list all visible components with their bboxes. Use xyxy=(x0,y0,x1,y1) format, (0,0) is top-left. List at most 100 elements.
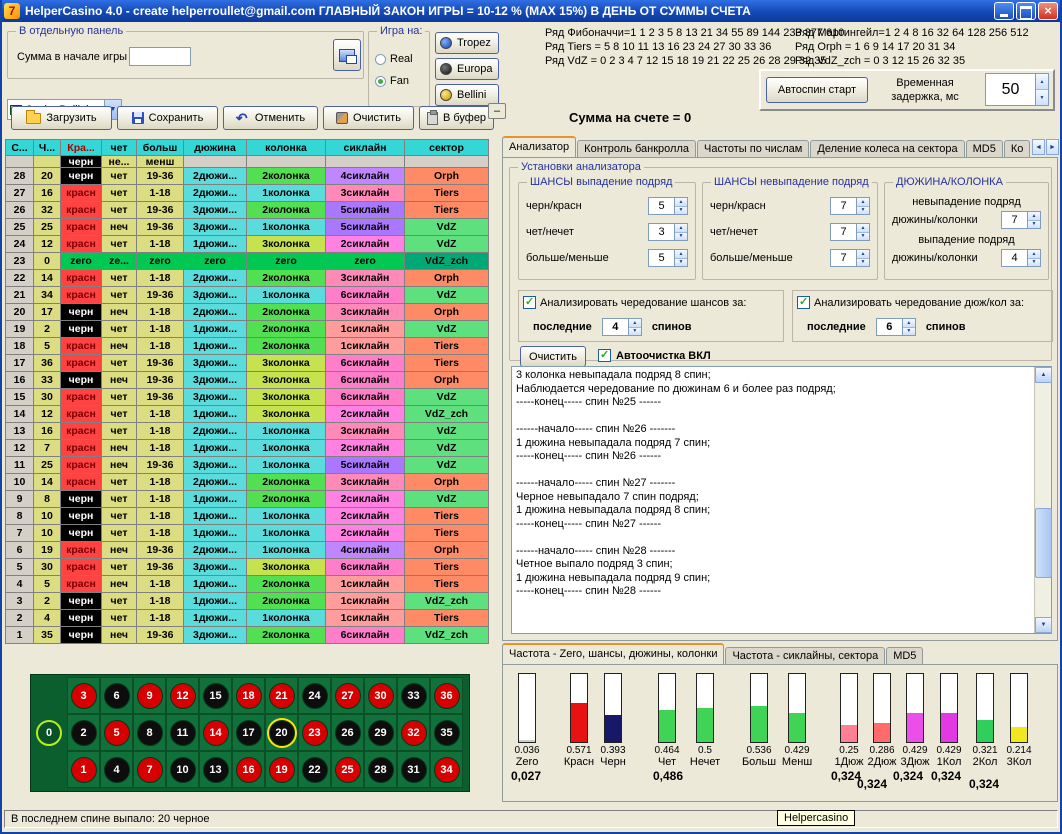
spin-up-icon[interactable] xyxy=(857,224,869,233)
board-number-36[interactable]: 36 xyxy=(434,683,460,709)
table-row[interactable]: 2632краснчет19-363дюжи...2колонка5сиклай… xyxy=(6,202,489,219)
hit-row-0-spinner[interactable]: 5 xyxy=(648,197,688,215)
tab-Контроль банкролла[interactable]: Контроль банкролла xyxy=(577,140,696,157)
spin-down-icon[interactable] xyxy=(629,328,641,336)
table-row[interactable]: 810чернчет1-181дюжи...1колонка2сиклайнTi… xyxy=(6,508,489,525)
table-row[interactable]: 45красннеч1-181дюжи...2колонка1сиклайнTi… xyxy=(6,576,489,593)
spin-down-icon[interactable] xyxy=(675,207,687,215)
scroll-up-icon[interactable] xyxy=(1035,367,1052,383)
autospin-start-button[interactable]: Автоспин старт xyxy=(766,77,868,103)
spin-down-icon[interactable] xyxy=(1036,90,1048,105)
alt-dozens-checkbox[interactable] xyxy=(797,296,810,309)
table-row[interactable]: 2716краснчет1-182дюжи...1колонка3сиклайн… xyxy=(6,185,489,202)
table-row-partial[interactable]: чернне...менш xyxy=(6,156,489,168)
table-row[interactable]: 2412краснчет1-181дюжи...3колонка2сиклайн… xyxy=(6,236,489,253)
collapse-button[interactable]: – xyxy=(488,103,506,119)
minimize-button[interactable] xyxy=(994,2,1014,20)
casino-button-Tropez[interactable]: Tropez xyxy=(435,32,499,54)
dozen-hit-spinner[interactable]: 4 xyxy=(1001,249,1041,267)
board-number-5[interactable]: 5 xyxy=(104,720,130,746)
spin-up-icon[interactable] xyxy=(675,198,687,207)
tab-scroll-left-icon[interactable] xyxy=(1032,139,1045,155)
alt-dozens-spinner[interactable]: 6 xyxy=(876,318,916,336)
spin-up-icon[interactable] xyxy=(857,250,869,259)
table-row[interactable]: 2820чернчет19-362дюжи...2колонка4сиклайн… xyxy=(6,168,489,185)
board-number-26[interactable]: 26 xyxy=(335,720,361,746)
board-number-14[interactable]: 14 xyxy=(203,720,229,746)
table-row[interactable]: 127красннеч1-181дюжи...1колонка2сиклайнV… xyxy=(6,440,489,457)
analyzer-log-box[interactable]: 3 колонка невыпадала подряд 8 спин; Набл… xyxy=(511,366,1052,634)
table-row[interactable]: 32чернчет1-181дюжи...2колонка1сиклайнVdZ… xyxy=(6,593,489,610)
spin-up-icon[interactable] xyxy=(857,198,869,207)
spin-up-icon[interactable] xyxy=(1028,250,1040,259)
table-row[interactable]: 1412краснчет1-181дюжи...3колонка2сиклайн… xyxy=(6,406,489,423)
board-number-13[interactable]: 13 xyxy=(203,757,229,783)
radio-Fan[interactable]: Fan xyxy=(375,70,413,92)
close-button[interactable] xyxy=(1038,2,1058,20)
table-row[interactable]: 1316краснчет1-182дюжи...1колонка3сиклайн… xyxy=(6,423,489,440)
table-row[interactable]: 1014краснчет1-182дюжи...2колонка3сиклайн… xyxy=(6,474,489,491)
radio-Real[interactable]: Real xyxy=(375,48,413,70)
board-number-30[interactable]: 30 xyxy=(368,683,394,709)
scroll-down-icon[interactable] xyxy=(1035,617,1052,633)
freq-tab-Частота - Zero, шансы, дюжины, колонки[interactable]: Частота - Zero, шансы, дюжины, колонки xyxy=(502,643,724,664)
spin-up-icon[interactable] xyxy=(1028,212,1040,221)
table-row[interactable]: 185красннеч1-181дюжи...2колонка1сиклайнT… xyxy=(6,338,489,355)
board-number-28[interactable]: 28 xyxy=(368,757,394,783)
spin-up-icon[interactable] xyxy=(675,250,687,259)
delay-spinner[interactable]: 50 xyxy=(985,73,1049,106)
board-number-24[interactable]: 24 xyxy=(302,683,328,709)
table-row[interactable]: 1125красннеч19-363дюжи...1колонка5сиклай… xyxy=(6,457,489,474)
table-row[interactable]: 2134краснчет19-363дюжи...1колонка6сиклай… xyxy=(6,287,489,304)
dozen-miss-spinner[interactable]: 7 xyxy=(1001,211,1041,229)
board-number-0[interactable]: 0 xyxy=(36,720,62,746)
spin-down-icon[interactable] xyxy=(903,328,915,336)
alt-chances-spinner[interactable]: 4 xyxy=(602,318,642,336)
board-number-10[interactable]: 10 xyxy=(170,757,196,783)
clear-log-button[interactable]: Очистить xyxy=(520,346,586,367)
table-row[interactable]: 1530краснчет19-363дюжи...3колонка6сиклай… xyxy=(6,389,489,406)
hit-row-1-spinner[interactable]: 3 xyxy=(648,223,688,241)
board-number-9[interactable]: 9 xyxy=(137,683,163,709)
table-row[interactable]: 230zeroze...zerozerozerozeroVdZ_zch xyxy=(6,253,489,270)
board-number-1[interactable]: 1 xyxy=(71,757,97,783)
table-row[interactable]: 1633черннеч19-363дюжи...3колонка6сиклайн… xyxy=(6,372,489,389)
board-number-35[interactable]: 35 xyxy=(434,720,460,746)
table-row[interactable]: 530краснчет19-363дюжи...3колонка6сиклайн… xyxy=(6,559,489,576)
board-number-29[interactable]: 29 xyxy=(368,720,394,746)
undo-button[interactable]: Отменить xyxy=(223,106,318,130)
spin-up-icon[interactable] xyxy=(903,319,915,328)
board-number-12[interactable]: 12 xyxy=(170,683,196,709)
autoclear-checkbox[interactable] xyxy=(598,349,611,362)
table-row[interactable]: 710чернчет1-181дюжи...1колонка2сиклайнTi… xyxy=(6,525,489,542)
board-number-32[interactable]: 32 xyxy=(401,720,427,746)
tab-MD5[interactable]: MD5 xyxy=(966,140,1003,157)
table-row[interactable]: 2017черннеч1-182дюжи...2колонка3сиклайнO… xyxy=(6,304,489,321)
table-row[interactable]: 619красннеч19-362дюжи...1колонка4сиклайн… xyxy=(6,542,489,559)
spin-down-icon[interactable] xyxy=(857,233,869,241)
miss-row-1-spinner[interactable]: 7 xyxy=(830,223,870,241)
board-number-15[interactable]: 15 xyxy=(203,683,229,709)
start-sum-input[interactable] xyxy=(129,47,191,66)
freq-tab-Частота - сиклайны, сектора[interactable]: Частота - сиклайны, сектора xyxy=(725,647,885,664)
table-row[interactable]: 98чернчет1-181дюжи...2колонка2сиклайнVdZ xyxy=(6,491,489,508)
board-number-11[interactable]: 11 xyxy=(170,720,196,746)
table-row[interactable]: 135черннеч19-363дюжи...2колонка6сиклайнV… xyxy=(6,627,489,644)
board-number-33[interactable]: 33 xyxy=(401,683,427,709)
log-scrollbar[interactable] xyxy=(1034,367,1051,633)
title-bar[interactable]: 7 HelperCasino 4.0 - create helperroulle… xyxy=(0,0,1062,22)
board-number-4[interactable]: 4 xyxy=(104,757,130,783)
table-row[interactable]: 24чернчет1-181дюжи...1колонка1сиклайнTie… xyxy=(6,610,489,627)
board-number-21[interactable]: 21 xyxy=(269,683,295,709)
board-number-17[interactable]: 17 xyxy=(236,720,262,746)
spin-history-table[interactable]: С...Ч...Кра...четбольшдюжинаколонкасикла… xyxy=(5,139,489,644)
table-row[interactable]: 2525красннеч19-363дюжи...1колонка5сиклай… xyxy=(6,219,489,236)
casino-button-Europa[interactable]: Europa xyxy=(435,58,499,80)
spin-up-icon[interactable] xyxy=(1036,74,1048,90)
board-number-27[interactable]: 27 xyxy=(335,683,361,709)
board-number-7[interactable]: 7 xyxy=(137,757,163,783)
spin-down-icon[interactable] xyxy=(1028,259,1040,267)
freq-tab-MD5[interactable]: MD5 xyxy=(886,647,923,664)
copy-buffer-button[interactable]: В буфер xyxy=(419,106,494,130)
board-number-22[interactable]: 22 xyxy=(302,757,328,783)
